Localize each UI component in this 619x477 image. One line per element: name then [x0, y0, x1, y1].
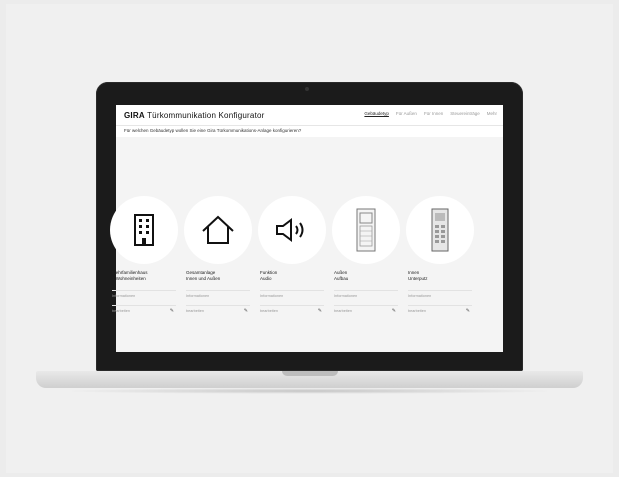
option-title-line2: Innen und Außen [186, 276, 221, 281]
speaker-icon [276, 218, 304, 242]
option-title-line2: Audio [260, 276, 272, 281]
option-title-line2: Aufbau [334, 276, 349, 281]
brand-logo: GIRA Türkommunikation Konfigurator [124, 111, 265, 120]
option-info-link[interactable]: Informationen [408, 290, 472, 303]
option-card[interactable]: Gesamtanlage Innen und Außen Information… [182, 196, 254, 314]
door-station-icon [356, 208, 376, 252]
pencil-icon[interactable]: ✎ [170, 308, 174, 314]
intercom-panel-icon [431, 208, 449, 252]
option-title-line2: Unterputz [408, 276, 428, 281]
house-icon [202, 215, 234, 244]
option-icon-circle[interactable] [110, 196, 178, 264]
nav-item-steuereintraege[interactable]: Steuereinträge [450, 111, 480, 116]
option-card[interactable]: Innen Unterputz Informationen bearbeiten… [404, 196, 476, 314]
option-title: Gesamtanlage Innen und Außen [182, 270, 254, 284]
option-info-link[interactable]: Informationen [112, 290, 176, 303]
top-bar: GIRA Türkommunikation Konfigurator Gebäu… [116, 105, 503, 125]
option-card[interactable]: Außen Aufbau Informationen bearbeiten ✎ [330, 196, 402, 314]
option-title: Innen Unterputz [404, 270, 476, 284]
nav-item-mehr[interactable]: Mehr [487, 111, 497, 116]
laptop-shadow [60, 388, 559, 394]
hero-area [116, 137, 503, 199]
option-info-link[interactable]: Informationen [186, 290, 250, 303]
pencil-icon[interactable]: ✎ [392, 308, 396, 314]
option-edit-row[interactable]: bearbeiten ✎ [260, 305, 324, 314]
option-info-link[interactable]: Informationen [260, 290, 324, 303]
option-card[interactable]: Funktion Audio Informationen bearbeiten … [256, 196, 328, 314]
option-title: Außen Aufbau [330, 270, 402, 284]
option-edit-label: bearbeiten [408, 309, 426, 313]
brand-bold: GIRA [124, 110, 145, 120]
option-title-line2: 3 Wohneinheiten [112, 276, 146, 281]
camera-dot [305, 87, 309, 91]
option-title: Funktion Audio [256, 270, 328, 284]
brand-title: Türkommunikation Konfigurator [147, 110, 265, 120]
option-icon-circle[interactable] [332, 196, 400, 264]
option-info-link[interactable]: Informationen [334, 290, 398, 303]
option-edit-row[interactable]: bearbeiten ✎ [408, 305, 472, 314]
option-edit-row[interactable]: bearbeiten ✎ [112, 305, 176, 314]
pencil-icon[interactable]: ✎ [244, 308, 248, 314]
laptop-base [36, 371, 583, 388]
nav-item-fuer-aussen[interactable]: Für Außen [396, 111, 417, 116]
option-edit-label: bearbeiten [186, 309, 204, 313]
option-edit-label: bearbeiten [334, 309, 352, 313]
building-type-options: Mehrfamilienhaus 3 Wohneinheiten Informa… [108, 196, 476, 314]
option-edit-label: bearbeiten [260, 309, 278, 313]
nav-item-fuer-innen[interactable]: Für Innen [424, 111, 443, 116]
option-edit-label: bearbeiten [112, 309, 130, 313]
laptop-lid: GIRA Türkommunikation Konfigurator Gebäu… [96, 82, 523, 371]
option-title: Mehrfamilienhaus 3 Wohneinheiten [108, 270, 180, 284]
main-nav: Gebäudetyp Für Außen Für Innen Steuerein… [364, 111, 497, 116]
laptop-notch [282, 371, 338, 376]
option-card[interactable]: Mehrfamilienhaus 3 Wohneinheiten Informa… [108, 196, 180, 314]
option-edit-row[interactable]: bearbeiten ✎ [186, 305, 250, 314]
apartment-building-icon [134, 214, 154, 246]
question-text: Für welchen Gebäudetyp wollen Sie eine G… [116, 125, 503, 137]
option-icon-circle[interactable] [406, 196, 474, 264]
nav-item-gebaeudetyp[interactable]: Gebäudetyp [364, 111, 389, 116]
option-icon-circle[interactable] [258, 196, 326, 264]
option-edit-row[interactable]: bearbeiten ✎ [334, 305, 398, 314]
pencil-icon[interactable]: ✎ [466, 308, 470, 314]
pencil-icon[interactable]: ✎ [318, 308, 322, 314]
option-icon-circle[interactable] [184, 196, 252, 264]
